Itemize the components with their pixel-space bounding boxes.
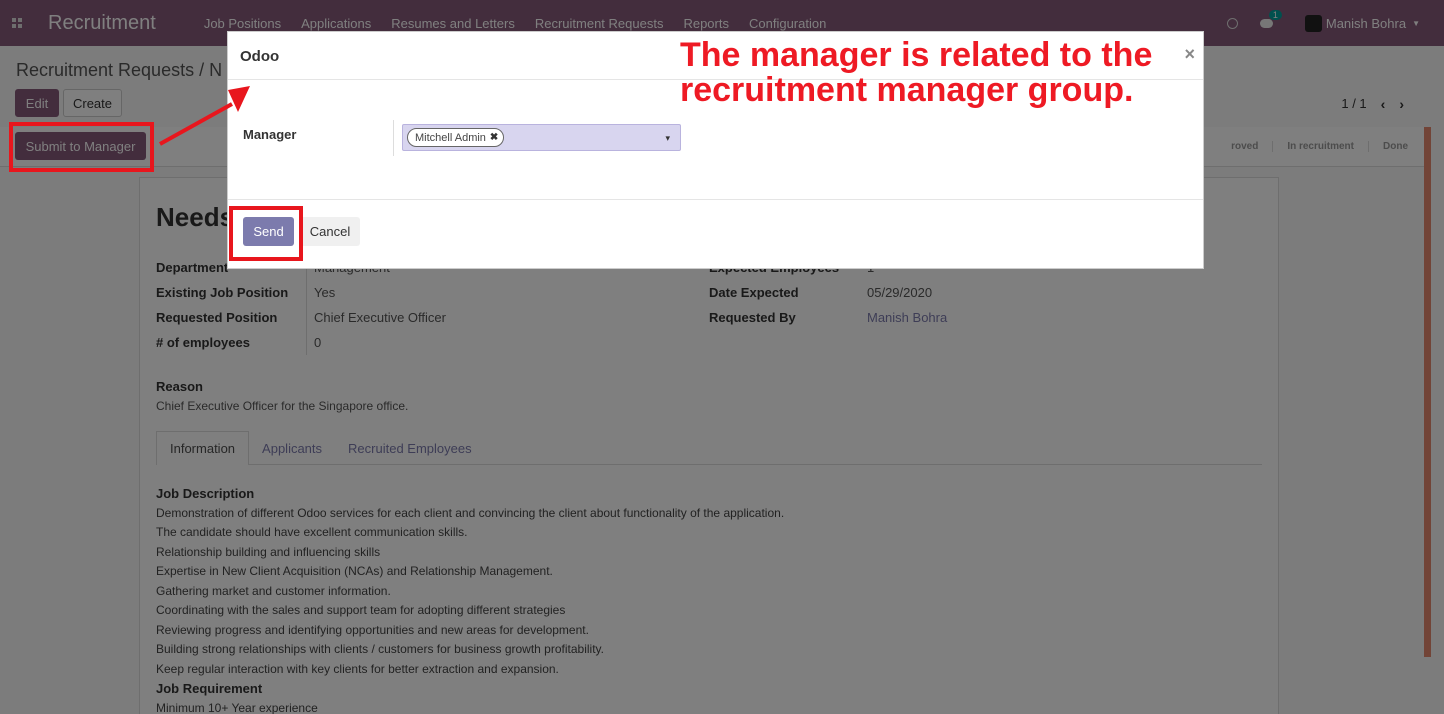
annotation-line: The manager is related to the — [680, 36, 1153, 74]
annotation-line: recruitment manager group. — [680, 71, 1134, 109]
annotation-text: The manager is related to the recruitmen… — [680, 38, 1152, 108]
